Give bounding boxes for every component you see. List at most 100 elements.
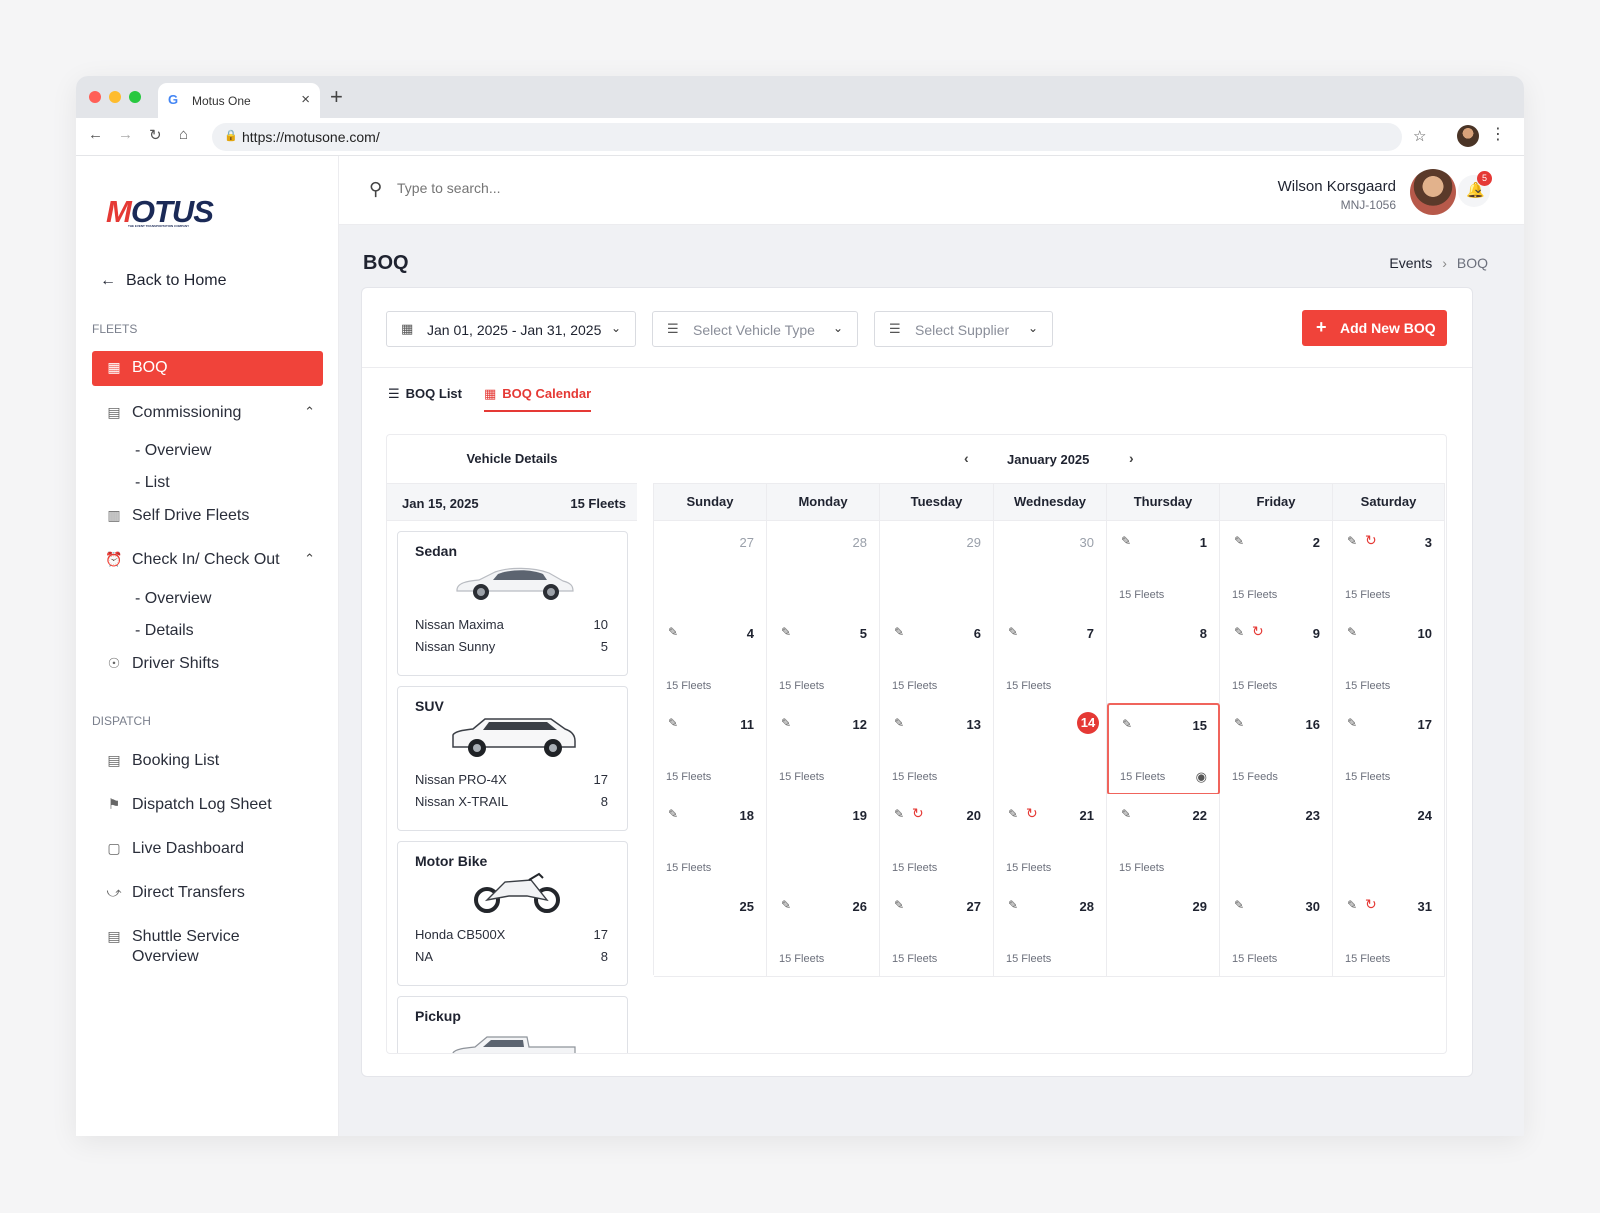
edit-pencil-icon[interactable]: ✎ xyxy=(668,625,678,639)
tab-boq-list[interactable]: ☰ BOQ List xyxy=(388,386,462,410)
breadcrumb-events[interactable]: Events xyxy=(1389,255,1432,271)
calendar-day-cell[interactable]: 19 xyxy=(767,794,880,886)
edit-pencil-icon[interactable]: ✎ xyxy=(1008,898,1018,912)
sync-icon[interactable]: ↻ xyxy=(1026,805,1038,822)
tab-close-icon[interactable]: × xyxy=(301,91,310,108)
vehicle-type-select[interactable]: ☰ Select Vehicle Type ⌄ xyxy=(652,311,858,347)
new-tab-icon[interactable]: + xyxy=(330,84,343,110)
calendar-day-cell[interactable]: 28 ✎ 15 Fleets xyxy=(994,885,1107,977)
edit-pencil-icon[interactable]: ✎ xyxy=(668,716,678,730)
calendar-day-cell[interactable]: 22 ✎ 15 Fleets xyxy=(1107,794,1220,886)
calendar-day-cell[interactable]: 10 ✎ 15 Fleets xyxy=(1333,612,1445,704)
calendar-day-cell[interactable]: 24 xyxy=(1333,794,1445,886)
calendar-day-cell[interactable]: 31 ✎ ↻ 15 Fleets xyxy=(1333,885,1445,977)
edit-pencil-icon[interactable]: ✎ xyxy=(1234,534,1244,548)
url-field[interactable]: 🔒 https://motusone.com/ xyxy=(212,123,1402,151)
vehicle-card-motor-bike[interactable]: Motor Bike Honda CB500X 17 NA 8 xyxy=(397,841,628,986)
chevron-up-icon[interactable]: ⌃ xyxy=(304,404,315,420)
sync-icon[interactable]: ↻ xyxy=(1365,896,1377,913)
edit-pencil-icon[interactable]: ✎ xyxy=(1234,716,1244,730)
chevron-up-icon[interactable]: ⌃ xyxy=(304,551,315,567)
calendar-day-cell[interactable]: 5 ✎ 15 Fleets xyxy=(767,612,880,704)
commissioning-list-link[interactable]: - List xyxy=(135,474,170,492)
calendar-day-cell[interactable]: 8 xyxy=(1107,612,1220,704)
edit-pencil-icon[interactable]: ✎ xyxy=(1008,807,1018,821)
sidebar-item-booking-list[interactable]: ▤ Booking List xyxy=(92,744,323,779)
back-arrow-icon[interactable]: ← xyxy=(88,126,103,143)
edit-pencil-icon[interactable]: ✎ xyxy=(668,807,678,821)
vehicle-card-suv[interactable]: SUV Nissan PRO-4X 17 Nissan X-TRAIL 8 xyxy=(397,686,628,831)
sync-icon[interactable]: ↻ xyxy=(1365,532,1377,549)
maximize-window-dot[interactable] xyxy=(129,91,141,103)
calendar-day-cell[interactable]: 9 ✎ ↻ 15 Fleets xyxy=(1220,612,1333,704)
sidebar-item-dispatch-log-sheet[interactable]: ⚑ Dispatch Log Sheet xyxy=(92,788,323,823)
calendar-day-cell[interactable]: 15 ✎ 15 Fleets ◉ xyxy=(1107,703,1220,795)
date-range-select[interactable]: ▦ Jan 01, 2025 - Jan 31, 2025 ⌄ xyxy=(386,311,636,347)
calendar-day-cell[interactable]: 7 ✎ 15 Fleets xyxy=(994,612,1107,704)
calendar-day-cell[interactable]: 11 ✎ 15 Fleets xyxy=(654,703,767,795)
back-to-home-link[interactable]: ← Back to Home xyxy=(100,272,236,290)
tab-boq-calendar[interactable]: ▦ BOQ Calendar xyxy=(484,386,592,412)
edit-pencil-icon[interactable]: ✎ xyxy=(894,716,904,730)
motus-logo[interactable]: MOTUS THE EVENT TRANSPORTATION COMPANY xyxy=(106,194,214,230)
edit-pencil-icon[interactable]: ✎ xyxy=(781,898,791,912)
vehicle-card-sedan[interactable]: Sedan Nissan Maxima 10 Nissan Sunny 5 xyxy=(397,531,628,676)
calendar-day-cell[interactable]: 3 ✎ ↻ 15 Fleets xyxy=(1333,521,1445,613)
edit-pencil-icon[interactable]: ✎ xyxy=(1347,716,1357,730)
edit-pencil-icon[interactable]: ✎ xyxy=(1347,625,1357,639)
edit-pencil-icon[interactable]: ✎ xyxy=(1121,534,1131,548)
calendar-day-cell[interactable]: 25 xyxy=(654,885,767,977)
sidebar-item-direct-transfers[interactable]: ⤻ Direct Transfers xyxy=(92,876,323,911)
supplier-select[interactable]: ☰ Select Supplier ⌄ xyxy=(874,311,1053,347)
calendar-day-cell[interactable]: 23 xyxy=(1220,794,1333,886)
browser-menu-icon[interactable]: ⋮ xyxy=(1490,124,1506,144)
calendar-day-cell[interactable]: 21 ✎ ↻ 15 Fleets xyxy=(994,794,1107,886)
calendar-day-cell[interactable]: 17 ✎ 15 Fleets xyxy=(1333,703,1445,795)
chevron-right-icon[interactable]: › xyxy=(1129,450,1134,466)
vehicle-card-pickup[interactable]: Pickup xyxy=(397,996,628,1053)
commissioning-overview-link[interactable]: - Overview xyxy=(135,442,211,460)
calendar-day-cell[interactable]: 12 ✎ 15 Fleets xyxy=(767,703,880,795)
calendar-day-cell[interactable]: 18 ✎ 15 Fleets xyxy=(654,794,767,886)
sync-icon[interactable]: ↻ xyxy=(1252,623,1264,640)
sidebar-item-boq[interactable]: ▦ BOQ xyxy=(92,351,323,386)
sidebar-item-check-in-out[interactable]: ⏰ Check In/ Check Out ⌃ xyxy=(92,543,323,578)
chevron-down-icon[interactable]: ⌄ xyxy=(1472,180,1484,197)
minimize-window-dot[interactable] xyxy=(109,91,121,103)
calendar-day-cell[interactable]: 29 xyxy=(1107,885,1220,977)
calendar-day-cell[interactable]: 14 xyxy=(994,703,1107,795)
edit-pencil-icon[interactable]: ✎ xyxy=(1234,898,1244,912)
sidebar-item-shuttle-service[interactable]: ▤ Shuttle Service Overview xyxy=(92,920,323,968)
bookmark-star-icon[interactable]: ☆ xyxy=(1413,127,1426,145)
edit-pencil-icon[interactable]: ✎ xyxy=(1122,717,1132,731)
calendar-day-cell[interactable]: 13 ✎ 15 Fleets xyxy=(880,703,994,795)
calendar-day-cell[interactable]: 1 ✎ 15 Fleets xyxy=(1107,521,1220,613)
close-window-dot[interactable] xyxy=(89,91,101,103)
calendar-day-cell[interactable]: 16 ✎ 15 Feeds xyxy=(1220,703,1333,795)
edit-pencil-icon[interactable]: ✎ xyxy=(894,898,904,912)
calendar-day-cell-other-month[interactable]: 30 xyxy=(994,521,1107,613)
calendar-day-cell[interactable]: 2 ✎ 15 Fleets xyxy=(1220,521,1333,613)
edit-pencil-icon[interactable]: ✎ xyxy=(1008,625,1018,639)
eye-icon[interactable]: ◉ xyxy=(1196,769,1207,785)
calendar-day-cell[interactable]: 26 ✎ 15 Fleets xyxy=(767,885,880,977)
home-icon[interactable]: ⌂ xyxy=(179,126,188,143)
edit-pencil-icon[interactable]: ✎ xyxy=(781,625,791,639)
edit-pencil-icon[interactable]: ✎ xyxy=(1347,534,1357,548)
edit-pencil-icon[interactable]: ✎ xyxy=(781,716,791,730)
sync-icon[interactable]: ↻ xyxy=(912,805,924,822)
search-input[interactable] xyxy=(397,180,697,196)
checkin-overview-link[interactable]: - Overview xyxy=(135,590,211,608)
reload-icon[interactable]: ↻ xyxy=(149,126,162,144)
calendar-day-cell[interactable]: 4 ✎ 15 Fleets xyxy=(654,612,767,704)
chevron-left-icon[interactable]: ‹ xyxy=(964,450,969,466)
sidebar-item-self-drive-fleets[interactable]: ▥ Self Drive Fleets xyxy=(92,499,323,534)
calendar-day-cell[interactable]: 6 ✎ 15 Fleets xyxy=(880,612,994,704)
calendar-day-cell-other-month[interactable]: 28 xyxy=(767,521,880,613)
sidebar-item-commissioning[interactable]: ▤ Commissioning ⌃ xyxy=(92,396,323,431)
sidebar-item-driver-shifts[interactable]: ☉ Driver Shifts xyxy=(92,647,323,682)
calendar-day-cell-other-month[interactable]: 27 xyxy=(654,521,767,613)
browser-tab[interactable]: G Motus One × xyxy=(158,83,320,118)
calendar-day-cell[interactable]: 30 ✎ 15 Fleets xyxy=(1220,885,1333,977)
user-avatar[interactable] xyxy=(1410,169,1456,215)
